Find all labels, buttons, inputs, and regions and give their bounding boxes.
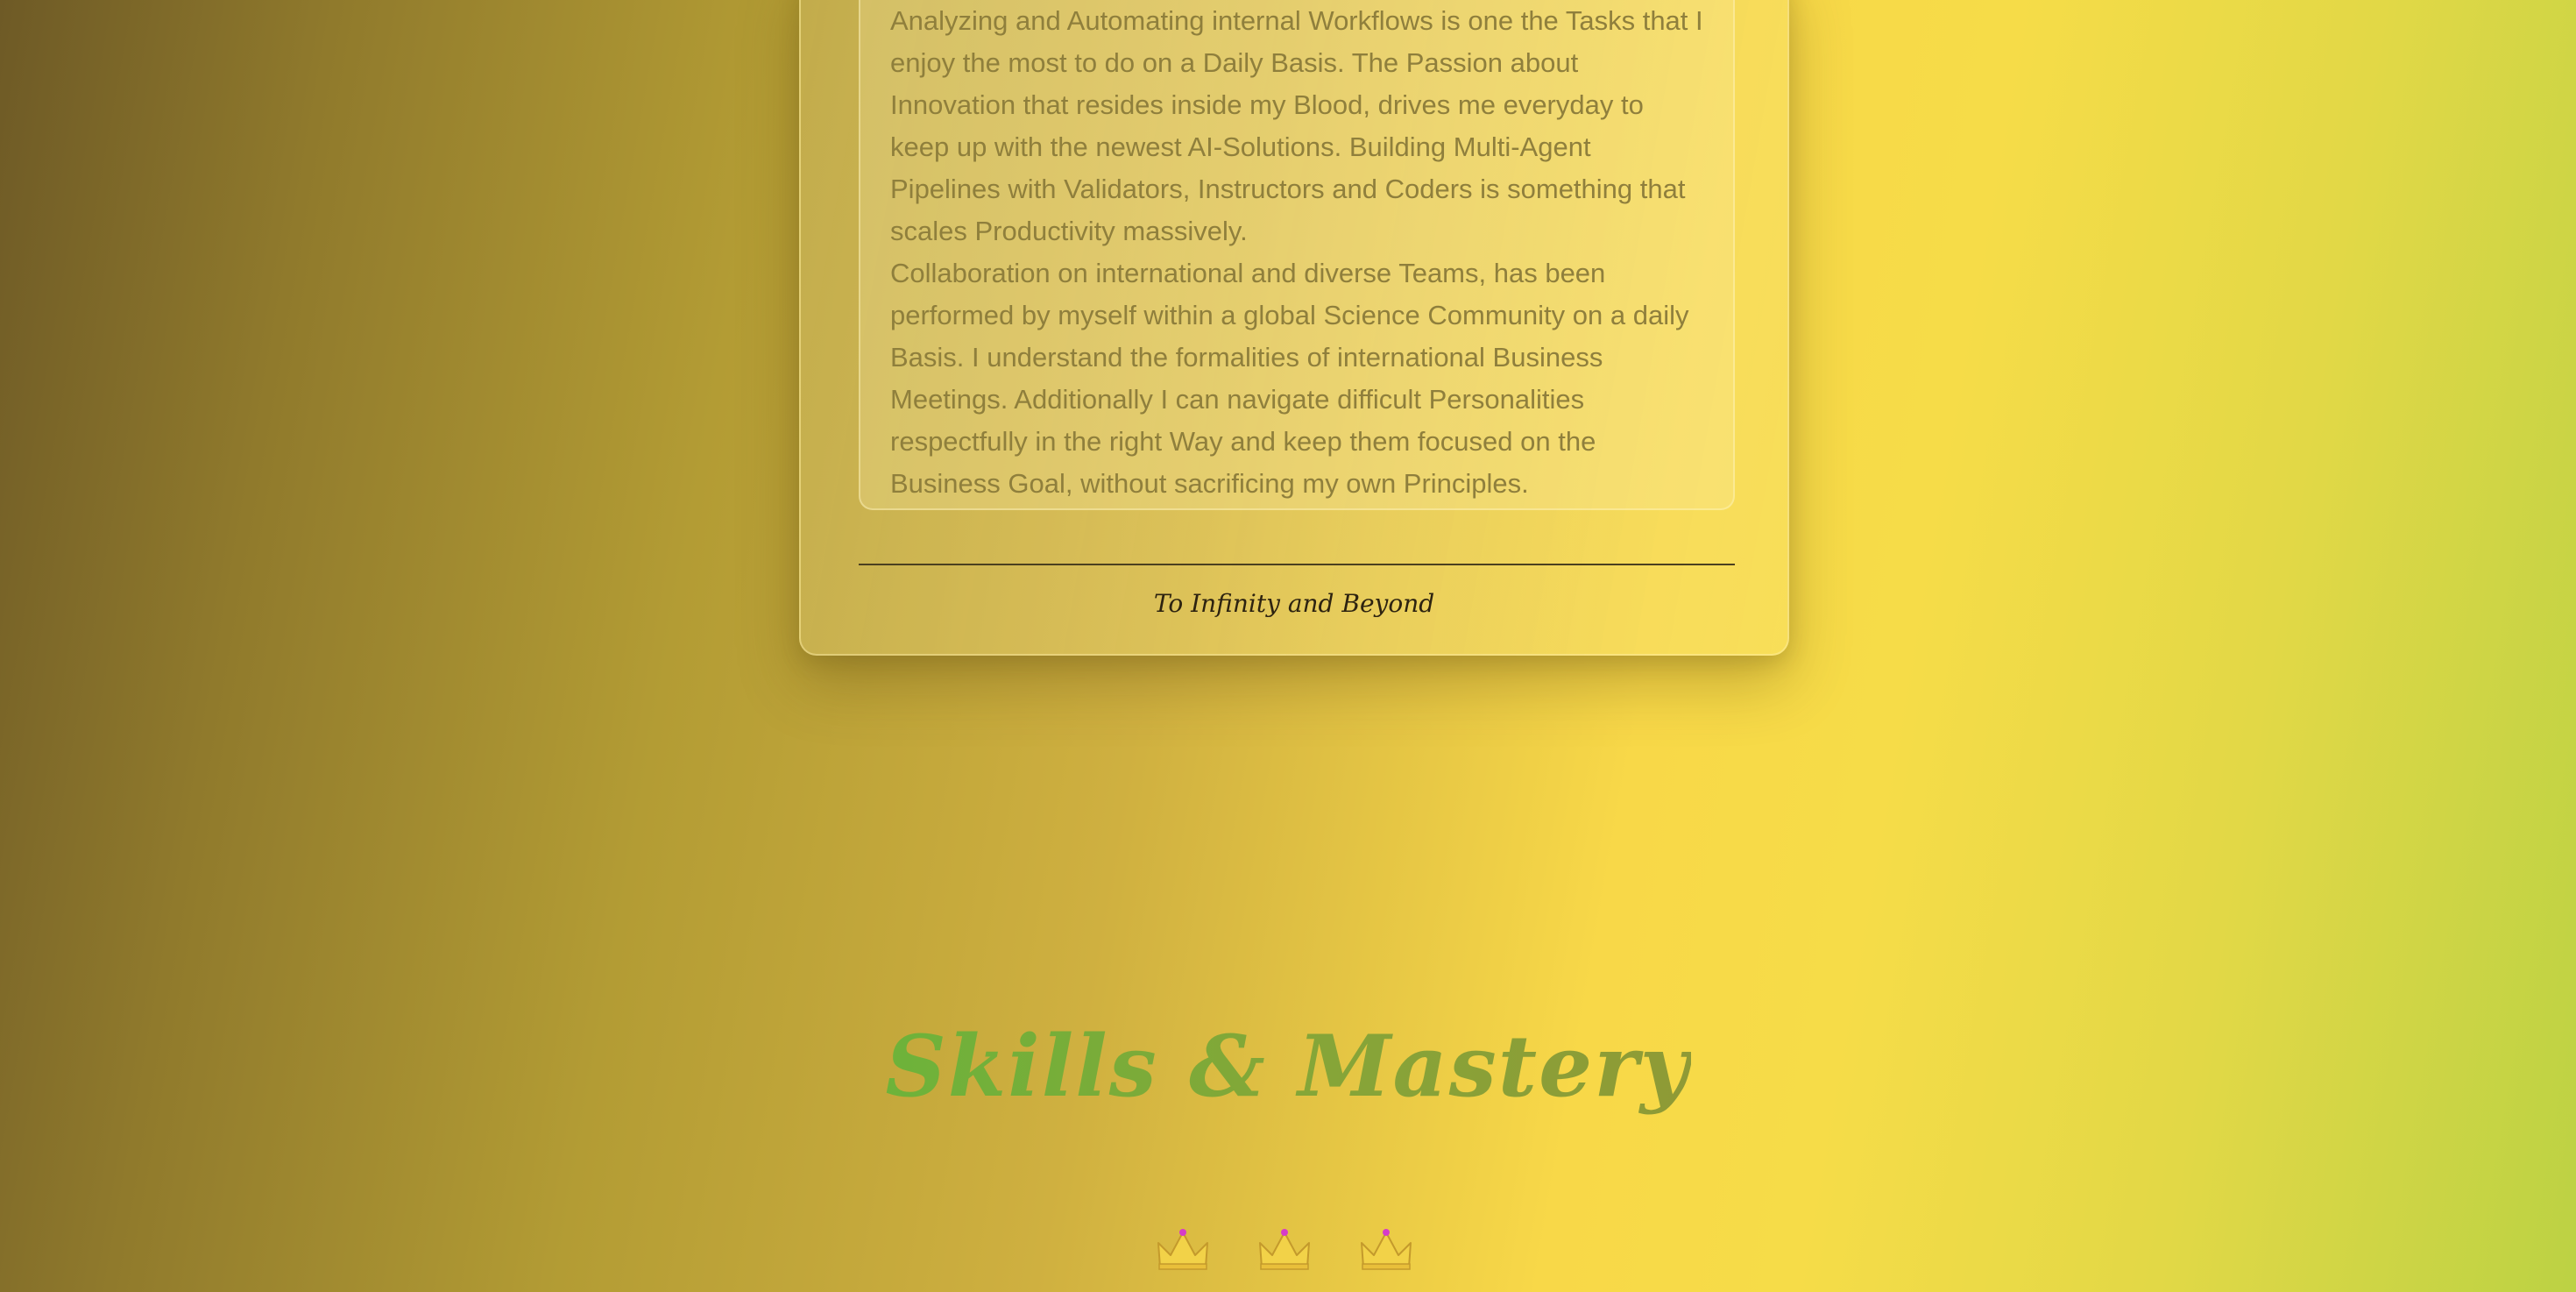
- crown-row: [1155, 1225, 1421, 1278]
- skills-title-text: Skills & Mastery: [885, 1017, 1691, 1116]
- card-divider: [859, 564, 1735, 565]
- about-text-box: Analyzing and Automating internal Workfl…: [859, 0, 1735, 510]
- crown-icon: [1157, 1229, 1208, 1270]
- about-paragraph-collaboration: Collaboration on international and diver…: [890, 258, 1689, 499]
- about-paragraph-workflows: Analyzing and Automating internal Workfl…: [890, 5, 1703, 246]
- motto-text: To Infinity and Beyond: [1153, 589, 1435, 618]
- crown-icon: [1361, 1229, 1412, 1270]
- crown-icon: [1259, 1229, 1310, 1270]
- skills-section-title: Skills & Mastery: [0, 1017, 2576, 1116]
- about-card: Analyzing and Automating internal Workfl…: [799, 0, 1789, 656]
